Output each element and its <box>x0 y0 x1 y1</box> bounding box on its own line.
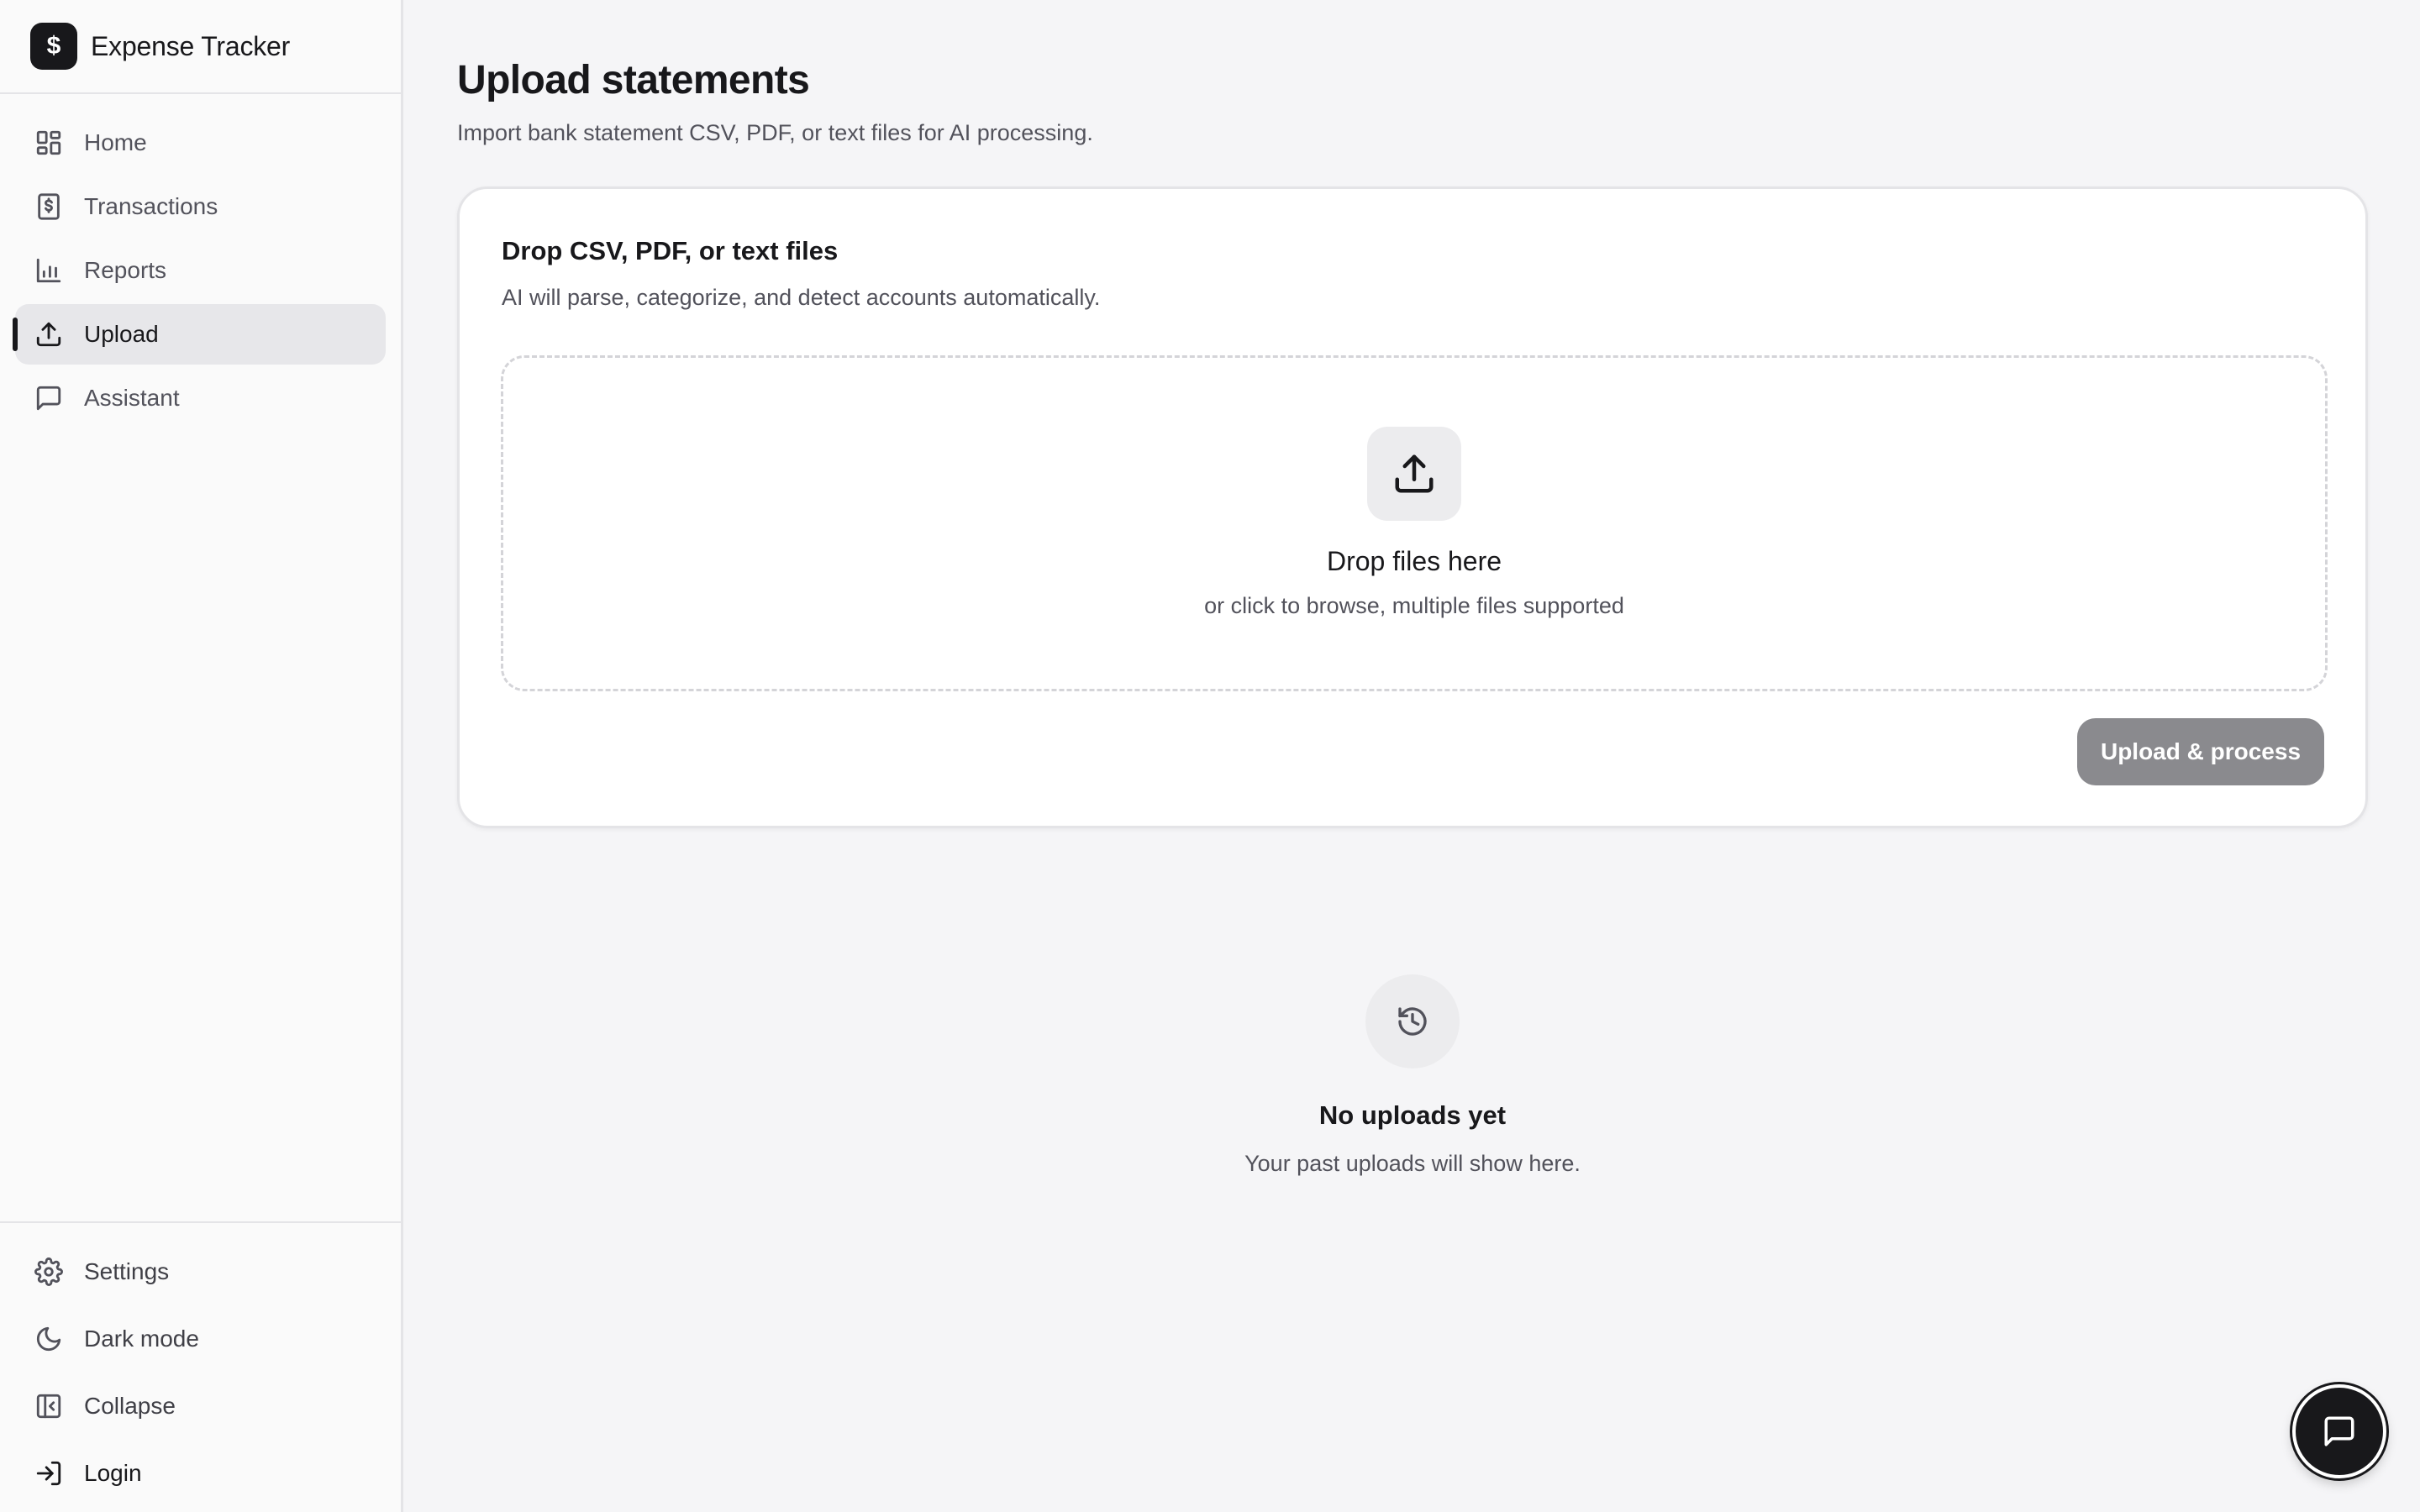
empty-state-title: No uploads yet <box>1318 1100 1507 1130</box>
message-square-icon <box>2324 1416 2354 1446</box>
sidebar-footer: Settings Dark mode Collapse Login <box>0 1221 401 1512</box>
sidebar: $ Expense Tracker Home Transactions Repo… <box>0 0 403 1512</box>
bar-chart-icon <box>34 255 64 286</box>
login-icon <box>34 1458 64 1488</box>
brand[interactable]: $ Expense Tracker <box>0 0 401 94</box>
upload-card: Drop CSV, PDF, or text files AI will par… <box>457 186 2368 828</box>
settings-label: Settings <box>84 1258 170 1284</box>
dollar-logo-icon: $ <box>30 23 77 70</box>
sidebar-item-label: Transactions <box>84 193 218 219</box>
dropzone-title: Drop files here <box>1326 546 1502 576</box>
upload-history-empty-state: No uploads yet Your past uploads will sh… <box>457 974 2368 1177</box>
history-icon <box>1365 974 1460 1068</box>
upload-card-description: AI will parse, categorize, and detect ac… <box>502 285 1101 310</box>
app-name: Expense Tracker <box>91 30 291 61</box>
upload-process-button[interactable]: Upload & process <box>2077 718 2324 785</box>
sidebar-collapse-icon <box>34 1391 64 1421</box>
upload-icon <box>34 319 64 349</box>
page-subtitle: Import bank statement CSV, PDF, or text … <box>457 120 1093 145</box>
dropzone-subtitle: or click to browse, multiple files suppo… <box>1204 593 1624 618</box>
chat-assistant-button[interactable] <box>2292 1384 2386 1478</box>
dark-mode-label: Dark mode <box>84 1326 199 1352</box>
settings-button[interactable]: Settings <box>15 1238 386 1305</box>
app-root: $ Expense Tracker Home Transactions Repo… <box>0 0 2420 1512</box>
sidebar-item-label: Assistant <box>84 385 180 411</box>
message-square-icon <box>34 383 64 413</box>
empty-state-subtitle: Your past uploads will show here. <box>1244 1151 1581 1176</box>
sidebar-item-label: Home <box>84 129 147 155</box>
page-title: Upload statements <box>457 58 810 102</box>
main-nav: Home Transactions Reports Upload Assista… <box>0 94 401 428</box>
collapse-sidebar-button[interactable]: Collapse <box>15 1373 386 1440</box>
dashboard-grid-icon <box>34 128 64 158</box>
login-button[interactable]: Login <box>15 1440 386 1507</box>
sidebar-item-transactions[interactable]: Transactions <box>15 176 386 237</box>
login-label: Login <box>84 1460 142 1486</box>
dark-mode-toggle[interactable]: Dark mode <box>15 1305 386 1373</box>
sidebar-item-upload[interactable]: Upload <box>13 304 386 365</box>
upload-card-title: Drop CSV, PDF, or text files <box>502 236 839 265</box>
sidebar-item-label: Reports <box>84 257 167 283</box>
dollar-receipt-icon <box>34 192 64 222</box>
sidebar-item-home[interactable]: Home <box>15 113 386 173</box>
sidebar-item-reports[interactable]: Reports <box>15 240 386 301</box>
moon-icon <box>34 1324 64 1354</box>
sidebar-item-assistant[interactable]: Assistant <box>15 368 386 428</box>
main-content: Upload statements Import bank statement … <box>457 0 2420 1176</box>
gear-icon <box>34 1257 64 1287</box>
sidebar-item-label: Upload <box>84 321 159 347</box>
file-dropzone[interactable]: Drop files here or click to browse, mult… <box>501 355 2328 691</box>
upload-icon <box>1367 427 1461 521</box>
collapse-label: Collapse <box>84 1393 176 1419</box>
